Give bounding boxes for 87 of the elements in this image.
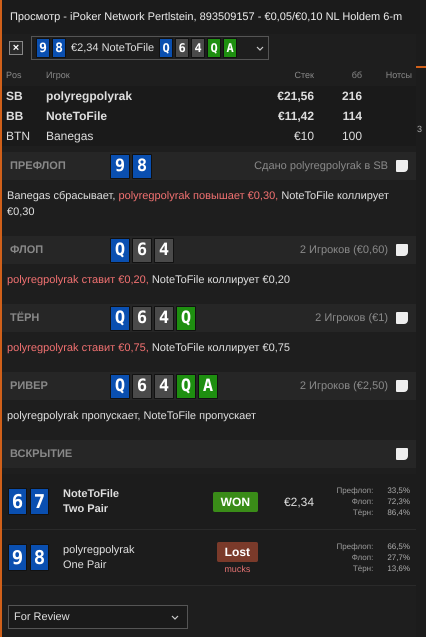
equity-label: Тёрн:	[352, 507, 374, 518]
playing-card: 4	[191, 38, 206, 58]
hand-rank: One Pair	[63, 558, 108, 572]
column-header: Нотсы	[384, 69, 413, 82]
playing-card: 4	[154, 238, 174, 262]
close-button[interactable]: ×	[9, 41, 23, 55]
playing-card: Q	[207, 38, 222, 58]
street-name: ФЛОП	[10, 244, 44, 256]
action-log: polyregpolyrak ставит €0,75, NoteToFile коллирует €0,75	[6, 341, 292, 356]
win-amount: €2,34	[282, 494, 314, 508]
playing-card: A	[198, 374, 218, 398]
playing-card: Q	[110, 238, 130, 262]
review-dropdown[interactable]: For Review	[8, 605, 188, 629]
playing-card: 8	[132, 154, 152, 178]
column-header: Pos	[5, 69, 23, 82]
table-cell-text: 216	[340, 88, 363, 105]
table-cell-text: €10	[292, 128, 315, 145]
hand-dropdown[interactable]: 9 8 €2,34 NoteToFile Q 6 4 Q A	[31, 36, 269, 60]
note-checkbox[interactable]	[396, 448, 408, 460]
equity-value: 27,7%	[387, 552, 410, 563]
table-cell-text: 114	[342, 108, 363, 125]
table-cell-text: SB	[5, 88, 24, 105]
action-log: polyregpolyrak пропускает, NoteToFile пропускает	[6, 409, 258, 424]
playing-card: 8	[30, 544, 49, 571]
street-info: 2 Игроков (€0,60)	[300, 244, 388, 256]
hand-rank: Two Pair	[63, 502, 110, 516]
equity-value: 13,6%	[387, 563, 410, 574]
playing-card: 6	[132, 374, 152, 398]
playing-card: 7	[30, 488, 49, 515]
street-info: 2 Игроков (€1)	[315, 312, 388, 324]
street-info: Сдано polyregpolyrak в SB	[254, 160, 388, 172]
equity-value: 86,4%	[387, 507, 410, 518]
note-checkbox[interactable]	[396, 312, 408, 324]
muck-label: mucks	[224, 564, 250, 574]
playing-card: Q	[176, 374, 196, 398]
note-checkbox[interactable]	[396, 160, 408, 172]
column-header: Игрок	[45, 69, 71, 82]
street-name: ТЁРН	[10, 312, 40, 324]
playing-card: Q	[110, 306, 130, 330]
playing-card: 6	[132, 238, 152, 262]
table-cell-text: BTN	[5, 128, 31, 145]
table-cell-text: €11,42	[276, 108, 315, 125]
equity-label: Флоп:	[350, 552, 374, 563]
equity-value: 33,5%	[387, 485, 410, 496]
playing-card: Q	[176, 306, 196, 330]
equity-value: 72,3%	[387, 496, 410, 507]
table-cell-text: BB	[5, 108, 24, 125]
playing-card: 9	[110, 154, 130, 178]
note-checkbox[interactable]	[396, 380, 408, 392]
player-name: polyregpolyrak	[63, 542, 136, 558]
playing-card: Q	[110, 374, 130, 398]
playing-card: 4	[154, 306, 174, 330]
equity-label: Флоп:	[350, 496, 374, 507]
action-log: Banegas сбрасывает, polyregpolyrak повышает €0,30, NoteToFile коллирует €0,30	[6, 189, 390, 220]
playing-card: 6	[8, 488, 27, 515]
column-header: бб	[350, 69, 363, 82]
window-title: Просмотр - iPoker Network Pertlstein, 893509157 - €0,05/€0,10 NL Holdem 6-m	[10, 11, 402, 23]
result-badge: Lost	[216, 542, 258, 562]
caret-icon	[171, 614, 179, 620]
playing-card: 9	[8, 544, 27, 571]
player-name: NoteToFile	[63, 486, 120, 502]
caret-icon	[256, 46, 264, 50]
note-checkbox[interactable]	[396, 244, 408, 256]
result-badge: WON	[212, 492, 258, 512]
street-info: 2 Игроков (€2,50)	[300, 380, 388, 392]
table-cell-text: €21,56	[276, 88, 315, 105]
playing-card: Q	[159, 38, 174, 58]
equity-label: Префлоп:	[336, 485, 374, 496]
table-cell-text: 100	[340, 128, 363, 145]
equity-label: Префлоп:	[336, 541, 374, 552]
equity-label: Тёрн:	[352, 563, 374, 574]
side-label: 3	[417, 124, 424, 134]
playing-card: 9	[36, 38, 50, 58]
action-log: polyregpolyrak ставит €0,20, NoteToFile коллирует €0,20	[6, 273, 292, 288]
equity-value: 66,5%	[387, 541, 410, 552]
playing-card: A	[223, 38, 238, 58]
street-name: ВСКРЫТИЕ	[10, 448, 74, 460]
table-cell-text: polyregpolyrak	[45, 88, 134, 105]
street-name: РИВЕР	[10, 380, 49, 392]
column-header: Стек	[294, 69, 315, 82]
street-name: ПРЕФЛОП	[10, 160, 67, 172]
table-cell-text: NoteToFile	[45, 108, 108, 125]
playing-card: 6	[132, 306, 152, 330]
table-cell-text: Banegas	[45, 128, 94, 145]
playing-card: 4	[154, 374, 174, 398]
playing-card: 8	[52, 38, 66, 58]
playing-card: 6	[175, 38, 190, 58]
